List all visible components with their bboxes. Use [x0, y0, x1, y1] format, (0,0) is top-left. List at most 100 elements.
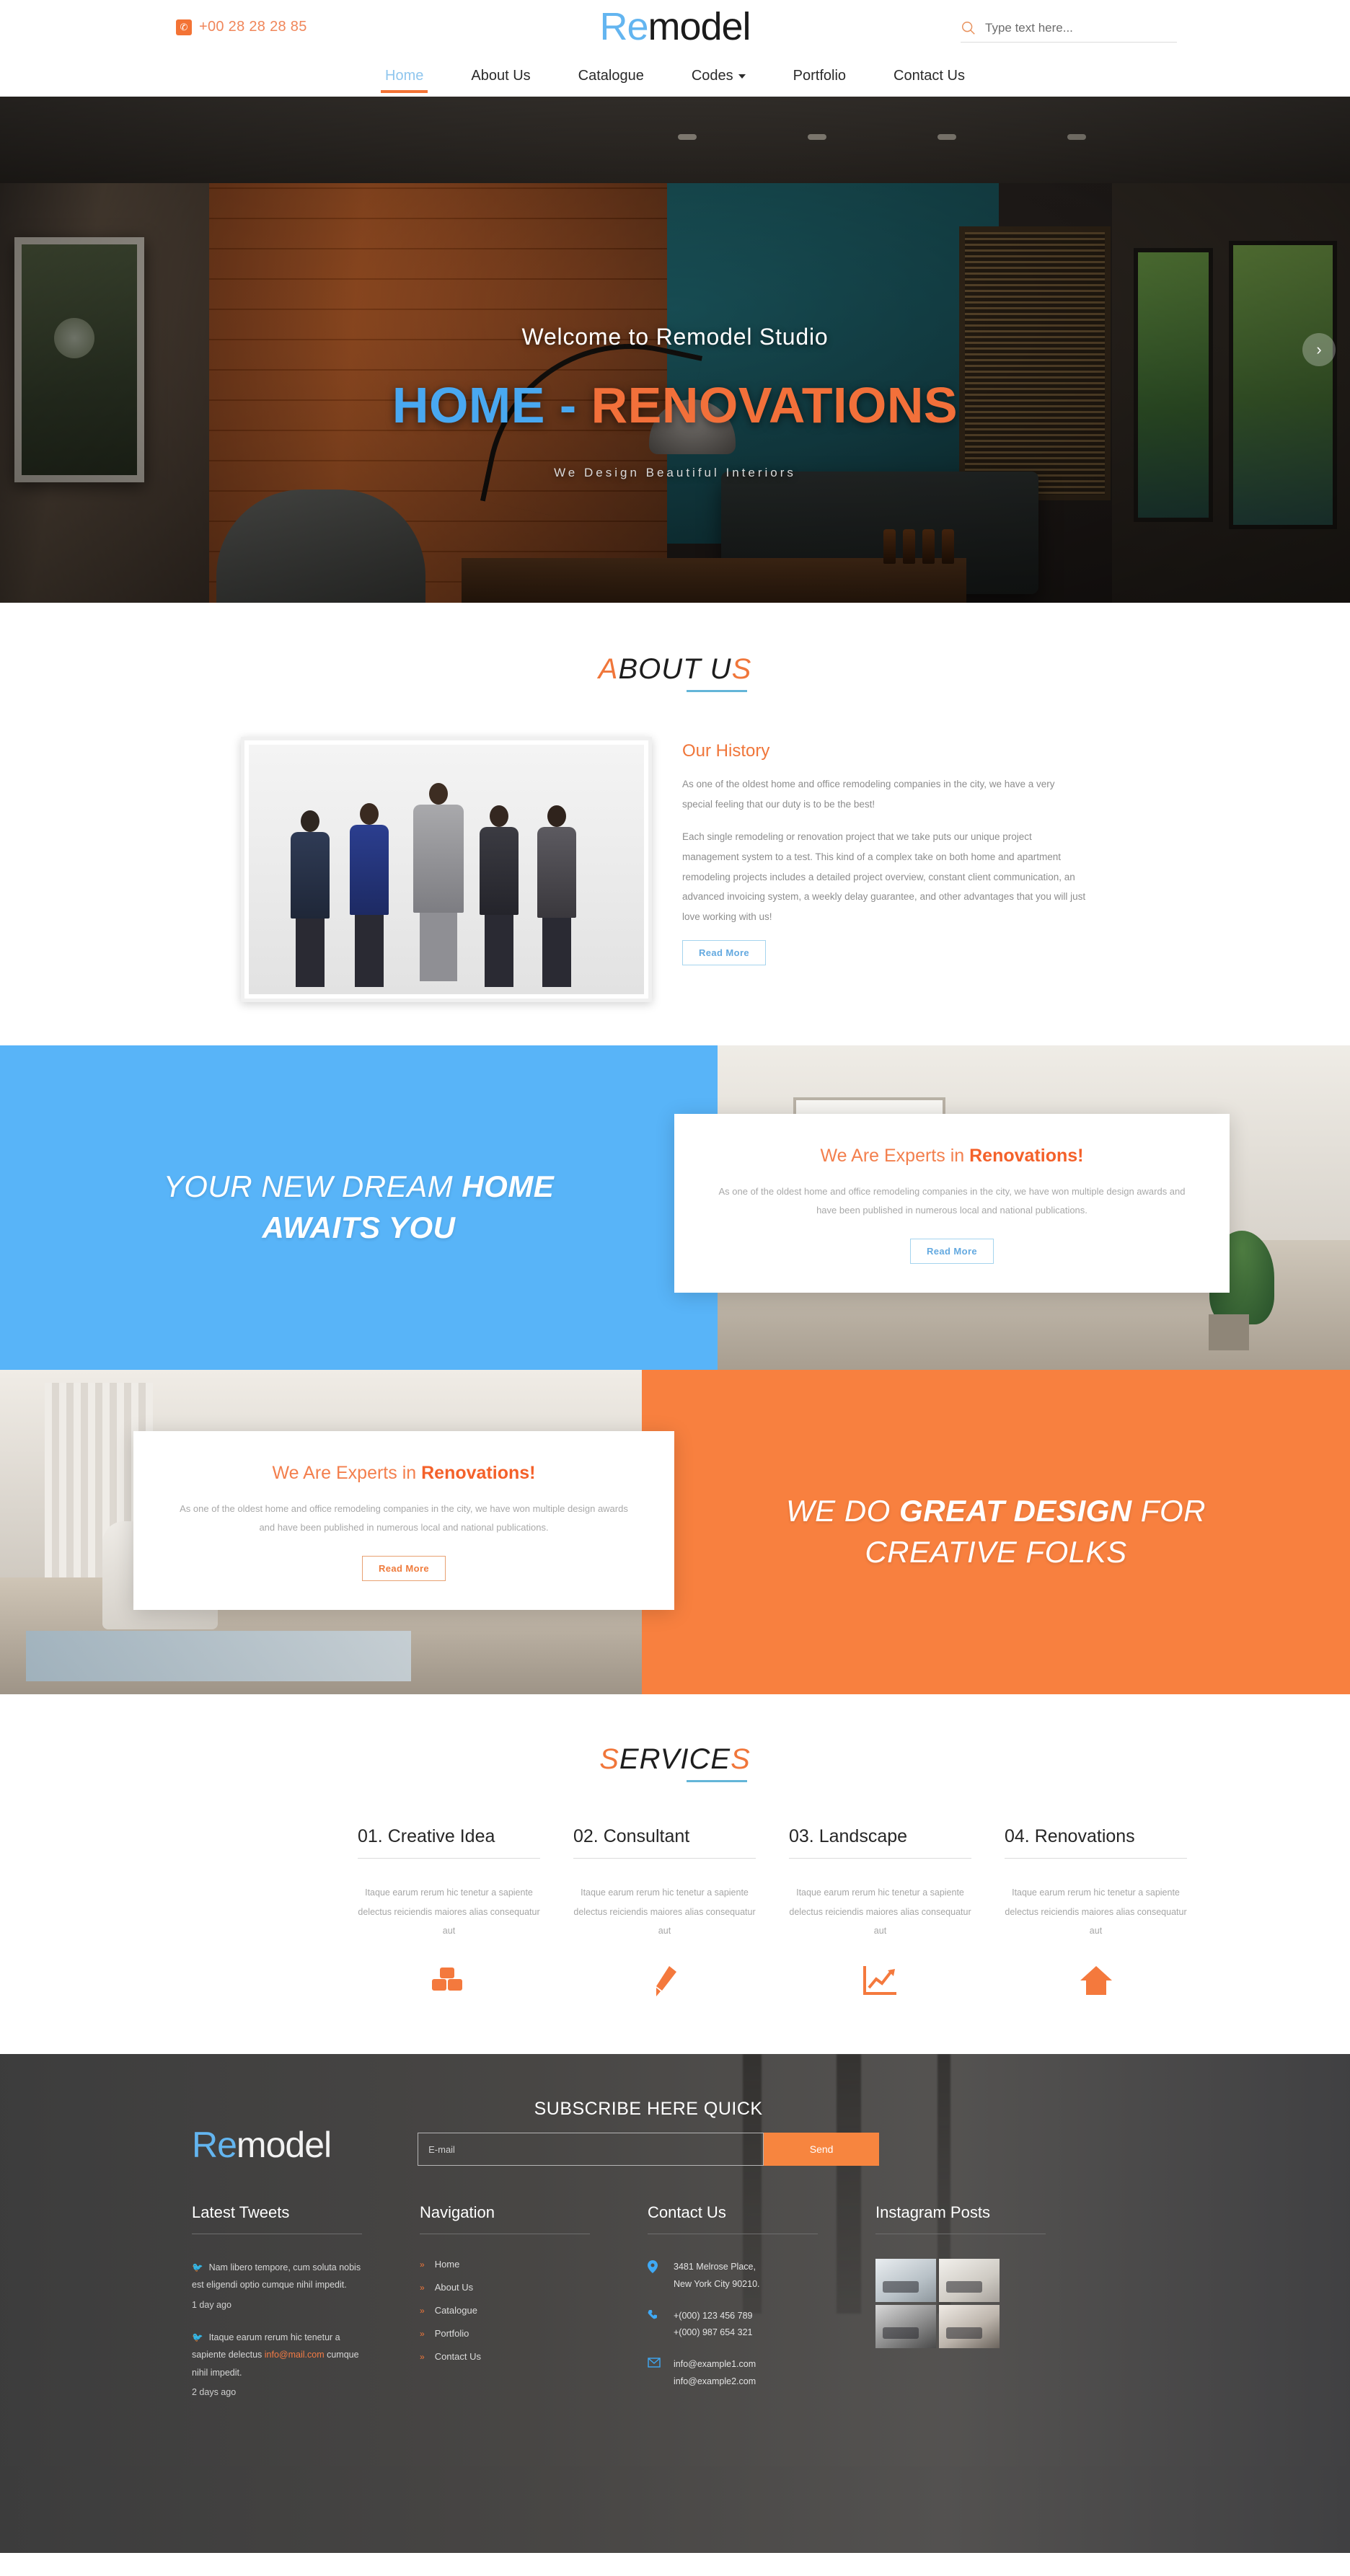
service-card-consultant[interactable]: 02. Consultant Itaque earum rerum hic te…	[573, 1825, 756, 1998]
services-title-s2: S	[731, 1743, 751, 1775]
paintbrush-icon	[573, 1965, 756, 1998]
footer-nav-catalogue[interactable]: » Catalogue	[420, 2305, 590, 2316]
home-icon	[1005, 1965, 1187, 1996]
search-box[interactable]	[961, 20, 1177, 43]
blocks-icon	[358, 1965, 540, 1993]
promo-orange-card-title: We Are Experts in Renovations!	[174, 1463, 634, 1484]
chevron-down-icon	[738, 74, 746, 79]
phone-number: +00 28 28 28 85	[199, 19, 307, 35]
footer-nav-label: Catalogue	[434, 2305, 477, 2316]
nav-label: Codes	[691, 68, 733, 84]
nav-item-catalogue[interactable]: Catalogue	[574, 66, 648, 93]
page-root: ✆ +00 28 28 28 85 Remodel Home About Us …	[0, 0, 1350, 2553]
nav-item-home[interactable]: Home	[381, 66, 428, 93]
service-text: Itaque earum rerum hic tenetur a sapient…	[1005, 1887, 1187, 1936]
tweet-email-link[interactable]: info@mail.com	[265, 2350, 325, 2360]
footer-nav-portfolio[interactable]: » Portfolio	[420, 2328, 590, 2339]
services-title-s1: S	[599, 1743, 619, 1775]
instagram-thumbnail[interactable]	[939, 2305, 1000, 2348]
footer-logo[interactable]: Remodel	[192, 2124, 332, 2166]
promo-blue-card-title-normal: We Are Experts in	[820, 1146, 970, 1166]
location-pin-icon	[648, 2259, 662, 2277]
promo-orange-slogan-line2: CREATIVE FOLKS	[865, 1535, 1127, 1569]
footer-nav-contact-us[interactable]: » Contact Us	[420, 2351, 590, 2362]
site-footer: Remodel SUBSCRIBE HERE QUICK Send Latest…	[0, 2054, 1350, 2553]
footer-instagram-heading: Instagram Posts	[875, 2203, 1046, 2234]
service-card-landscape[interactable]: 03. Landscape Itaque earum rerum hic ten…	[789, 1825, 971, 1998]
site-logo[interactable]: Remodel	[599, 4, 751, 49]
footer-logo-model: model	[236, 2125, 332, 2165]
about-read-more-button[interactable]: Read More	[682, 939, 767, 965]
hero-title-home: HOME	[392, 377, 545, 433]
service-text: Itaque earum rerum hic tenetur a sapient…	[573, 1887, 756, 1936]
nav-item-contact-us[interactable]: Contact Us	[889, 66, 969, 93]
service-title: 04. Renovations	[1005, 1825, 1187, 1859]
instagram-grid	[875, 2259, 1046, 2348]
nav-label: Home	[385, 68, 424, 84]
nav-label: Contact Us	[894, 68, 965, 84]
phone-icon: ✆	[176, 19, 192, 35]
promo-orange-slogan-part1: WE DO	[786, 1494, 900, 1528]
phone-line-2: +(000) 987 654 321	[674, 2327, 753, 2338]
address-line-1: 3481 Melrose Place,	[674, 2262, 756, 2272]
footer-contact-heading: Contact Us	[648, 2203, 818, 2234]
about-paragraph-2: Each single remodeling or renovation pro…	[682, 831, 1086, 923]
service-title: 02. Consultant	[573, 1825, 756, 1859]
tweet-item: 🐦 Itaque earum rerum hic tenetur a sapien…	[192, 2329, 362, 2381]
logo-model: model	[648, 5, 751, 48]
search-input[interactable]	[985, 21, 1177, 35]
team-photo	[249, 745, 644, 994]
phone-block[interactable]: ✆ +00 28 28 28 85	[176, 19, 307, 35]
nav-label: Portfolio	[793, 68, 847, 84]
about-paragraph-1: As one of the oldest home and office rem…	[682, 779, 1055, 810]
service-text: Itaque earum rerum hic tenetur a sapient…	[789, 1887, 971, 1936]
contact-address: 3481 Melrose Place, New York City 90210.	[648, 2259, 818, 2293]
contact-emails: info@example1.com info@example2.com	[648, 2356, 818, 2391]
footer-nav-home[interactable]: » Home	[420, 2259, 590, 2270]
subscribe-send-button[interactable]: Send	[764, 2133, 880, 2166]
hero-welcome-text: Welcome to Remodel Studio	[521, 324, 829, 350]
chevron-right-icon: »	[420, 2305, 425, 2316]
services-section: SERVICES 01. Creative Idea Itaque earum …	[0, 1694, 1350, 2054]
promo-orange-card: We Are Experts in Renovations! As one of…	[133, 1431, 674, 1610]
chevron-right-icon: »	[420, 2328, 425, 2339]
promo-blue-slogan-line1: YOUR NEW DREAM	[163, 1169, 462, 1204]
footer-nav-about-us[interactable]: » About Us	[420, 2282, 590, 2293]
promo-blue-card-read-more-button[interactable]: Read More	[909, 1239, 994, 1264]
hero-title-dash: -	[544, 377, 591, 433]
instagram-thumbnail[interactable]	[939, 2259, 1000, 2302]
instagram-thumbnail[interactable]	[875, 2305, 936, 2348]
promo-orange-card-title-bold: Renovations!	[421, 1463, 536, 1483]
envelope-icon	[648, 2356, 662, 2371]
contact-phone-text: +(000) 123 456 789 +(000) 987 654 321	[674, 2308, 752, 2342]
services-section-title: SERVICES	[599, 1743, 751, 1782]
subscribe-email-input[interactable]	[418, 2133, 764, 2166]
about-section-title: ABOUT US	[599, 653, 752, 692]
footer-logo-re: Re	[192, 2125, 237, 2165]
nav-item-codes[interactable]: Codes	[687, 66, 750, 93]
promo-blue-card: We Are Experts in Renovations! As one of…	[674, 1114, 1230, 1293]
slider-next-arrow-icon[interactable]: ›	[1302, 333, 1336, 366]
phone-line-1: +(000) 123 456 789	[674, 2310, 753, 2321]
tweet-text: Nam libero tempore, cum soluta nobis est…	[192, 2262, 361, 2290]
instagram-thumbnail[interactable]	[875, 2259, 936, 2302]
chevron-right-icon: »	[420, 2282, 425, 2293]
promo-blue-slogan-panel: YOUR NEW DREAM HOME AWAITS YOU	[0, 1045, 718, 1370]
nav-item-portfolio[interactable]: Portfolio	[789, 66, 850, 93]
footer-column-navigation: Navigation » Home » About Us » Catalogue » P…	[420, 2203, 590, 2416]
search-icon	[962, 22, 975, 35]
contact-address-text: 3481 Melrose Place, New York City 90210.	[674, 2259, 760, 2293]
about-title-a: A	[598, 653, 619, 685]
promo-orange-slogan-part2: FOR	[1131, 1494, 1206, 1528]
footer-column-latest-tweets: Latest Tweets 🐦 Nam libero tempore, cum s…	[192, 2203, 362, 2416]
nav-item-about-us[interactable]: About Us	[467, 66, 534, 93]
service-card-creative-idea[interactable]: 01. Creative Idea Itaque earum rerum hic…	[358, 1825, 540, 1998]
footer-nav-label: Portfolio	[434, 2328, 469, 2339]
service-card-renovations[interactable]: 04. Renovations Itaque earum rerum hic t…	[1005, 1825, 1187, 1998]
chart-growth-icon	[789, 1965, 971, 1996]
tweet-time: 2 days ago	[192, 2386, 237, 2397]
promo-orange-card-read-more-button[interactable]: Read More	[361, 1556, 446, 1581]
nav-label: About Us	[471, 68, 531, 84]
hero-title-renovations: RENOVATIONS	[591, 377, 958, 433]
promo-orange-card-text: As one of the oldest home and office rem…	[180, 1503, 628, 1533]
